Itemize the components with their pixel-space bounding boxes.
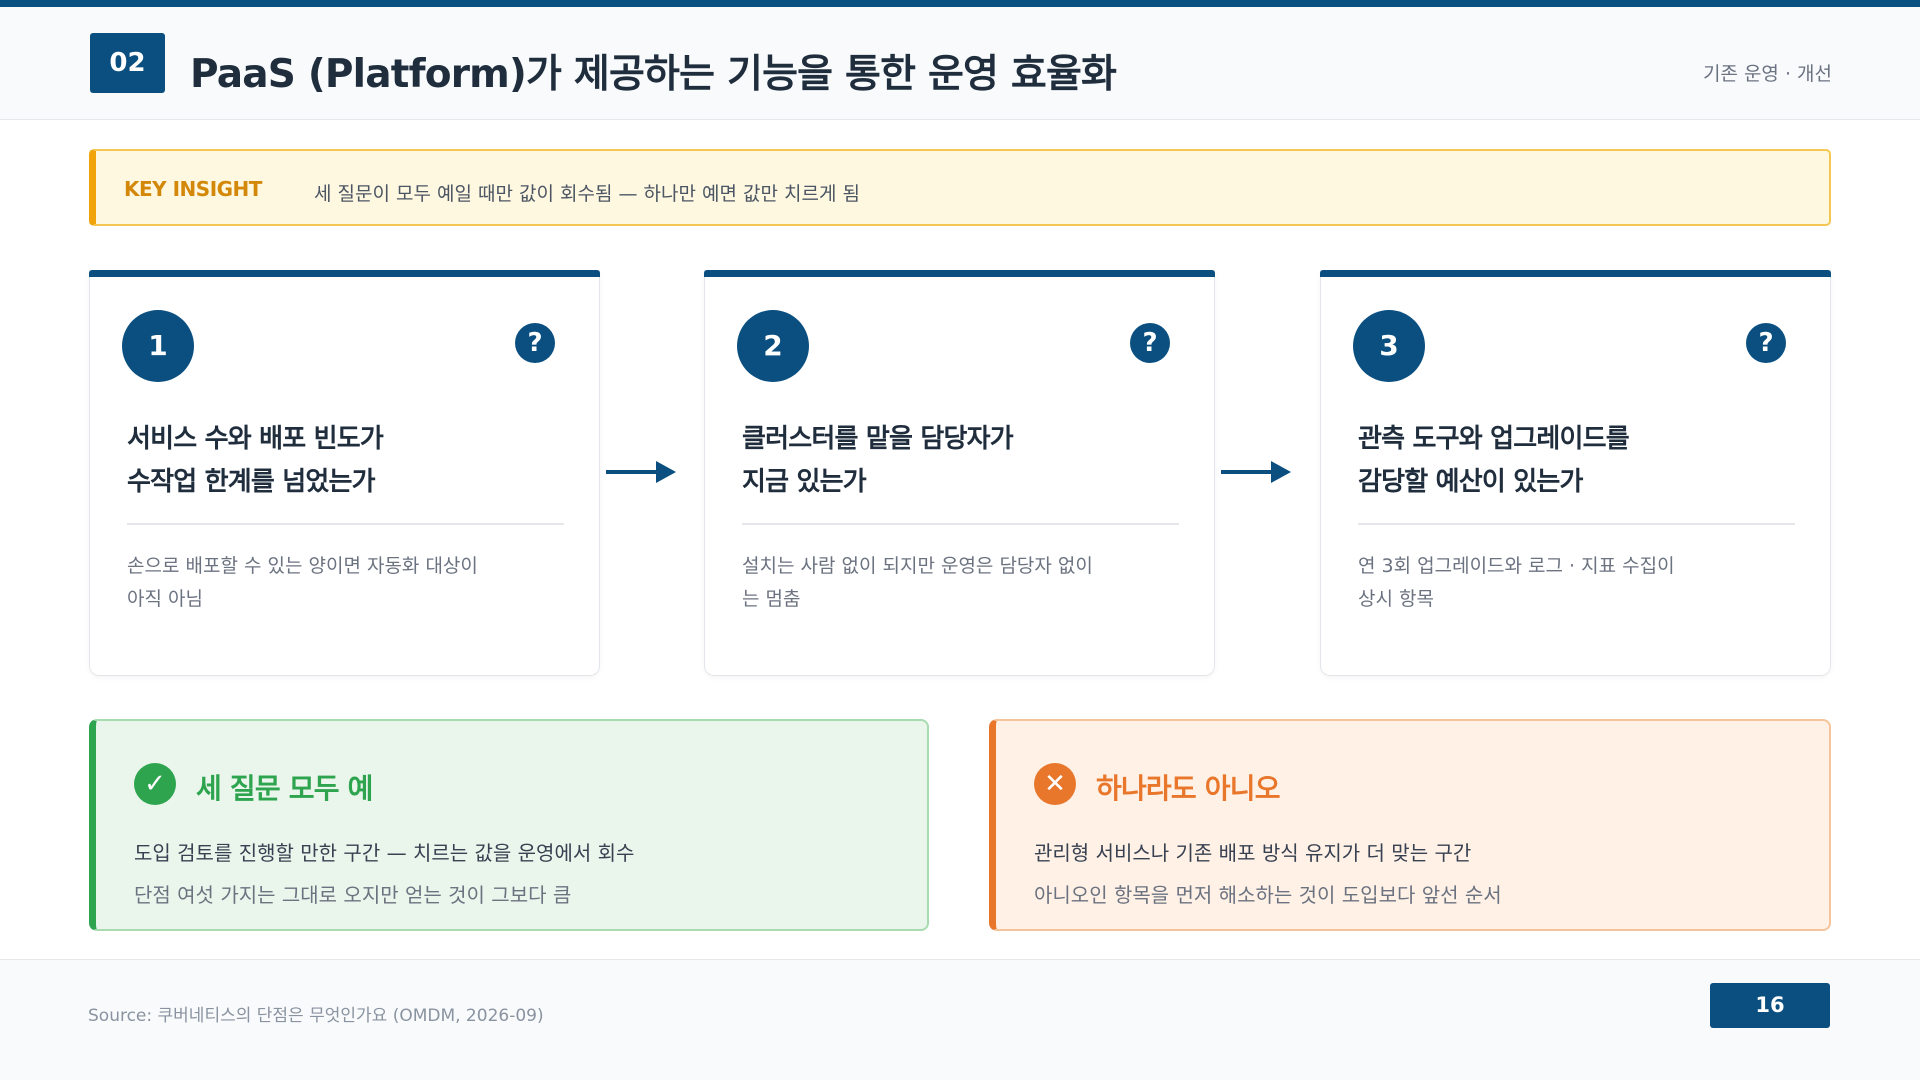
divider: [742, 523, 1179, 525]
result-line: 아니오인 항목을 먼저 해소하는 것이 도입보다 앞선 순서: [1034, 883, 1502, 907]
result-title: 하나라도 아니오: [1096, 772, 1280, 805]
page-title: PaaS (Platform)가 제공하는 기능을 통한 운영 효율화: [190, 52, 1117, 97]
slide-footer: Source: 쿠버네티스의 단점은 무엇인가요 (OMDM, 2026-09)…: [0, 959, 1920, 1080]
step-desc-line: 상시 항목: [1358, 588, 1434, 610]
result-title: 세 질문 모두 예: [196, 772, 373, 805]
slide-header: 02 PaaS (Platform)가 제공하는 기능을 통한 운영 효율화 기…: [0, 7, 1920, 120]
x-icon: ✕: [1034, 763, 1076, 805]
step-title-line: 수작업 한계를 넘었는가: [127, 467, 376, 497]
top-accent-bar: [0, 0, 1920, 7]
step-title-line: 지금 있는가: [742, 467, 867, 497]
divider: [127, 523, 564, 525]
question-icon: ?: [1130, 323, 1170, 363]
result-line: 도입 검토를 진행할 만한 구간 — 치르는 값을 운영에서 회수: [134, 841, 635, 865]
step-card-2: 2 ? 클러스터를 맡을 담당자가 지금 있는가 설치는 사람 없이 되지만 운…: [703, 270, 1215, 676]
step-card-3: 3 ? 관측 도구와 업그레이드를 감당할 예산이 있는가 연 3회 업그레이드…: [1319, 270, 1831, 676]
step-title-line: 감당할 예산이 있는가: [1358, 467, 1583, 497]
step-description: 손으로 배포할 수 있는 양이면 자동화 대상이 아직 아님: [127, 550, 567, 616]
step-desc-line: 는 멈춤: [742, 588, 801, 610]
result-line: 관리형 서비스나 기존 배포 방식 유지가 더 맞는 구간: [1034, 841, 1472, 865]
step-desc-line: 설치는 사람 없이 되지만 운영은 담당자 없이: [742, 555, 1093, 577]
step-desc-line: 연 3회 업그레이드와 로그 · 지표 수집이: [1358, 555, 1675, 577]
result-yes-panel: ✓ 세 질문 모두 예 도입 검토를 진행할 만한 구간 — 치르는 값을 운영…: [89, 719, 929, 931]
header-tag: 기존 운영 · 개선: [1702, 63, 1832, 85]
question-icon: ?: [515, 323, 555, 363]
page-number-badge: 16: [1710, 983, 1830, 1028]
step-title-line: 관측 도구와 업그레이드를: [1358, 424, 1630, 454]
card-top-line: [88, 270, 600, 277]
divider: [1358, 523, 1795, 525]
step-desc-line: 아직 아님: [127, 588, 203, 610]
key-insight-banner: KEY INSIGHT 세 질문이 모두 예일 때만 값이 회수됨 — 하나만 …: [89, 149, 1831, 226]
step-title-line: 클러스터를 맡을 담당자가: [742, 424, 1014, 454]
arrow-right-icon: [606, 461, 676, 483]
step-title: 서비스 수와 배포 빈도가 수작업 한계를 넘었는가: [127, 418, 567, 504]
step-card-1: 1 ? 서비스 수와 배포 빈도가 수작업 한계를 넘었는가 손으로 배포할 수…: [88, 270, 600, 676]
step-title: 클러스터를 맡을 담당자가 지금 있는가: [742, 418, 1182, 504]
step-description: 설치는 사람 없이 되지만 운영은 담당자 없이 는 멈춤: [742, 550, 1182, 616]
step-title-line: 서비스 수와 배포 빈도가: [127, 424, 384, 454]
result-line: 단점 여섯 가지는 그대로 오지만 얻는 것이 그보다 큼: [134, 883, 572, 907]
step-desc-line: 손으로 배포할 수 있는 양이면 자동화 대상이: [127, 555, 478, 577]
step-number-badge: 3: [1353, 310, 1425, 382]
step-title: 관측 도구와 업그레이드를 감당할 예산이 있는가: [1358, 418, 1798, 504]
result-no-panel: ✕ 하나라도 아니오 관리형 서비스나 기존 배포 방식 유지가 더 맞는 구간…: [989, 719, 1831, 931]
section-number-badge: 02: [90, 33, 165, 93]
step-number-badge: 2: [737, 310, 809, 382]
question-icon: ?: [1746, 323, 1786, 363]
step-description: 연 3회 업그레이드와 로그 · 지표 수집이 상시 항목: [1358, 550, 1798, 616]
insight-text: 세 질문이 모두 예일 때만 값이 회수됨 — 하나만 예면 값만 치르게 됨: [314, 183, 860, 205]
source-citation: Source: 쿠버네티스의 단점은 무엇인가요 (OMDM, 2026-09): [88, 1006, 544, 1026]
check-icon: ✓: [134, 763, 176, 805]
insight-label: KEY INSIGHT: [124, 177, 262, 201]
arrow-right-icon: [1221, 461, 1291, 483]
card-top-line: [703, 270, 1215, 277]
card-top-line: [1319, 270, 1831, 277]
step-number-badge: 1: [122, 310, 194, 382]
